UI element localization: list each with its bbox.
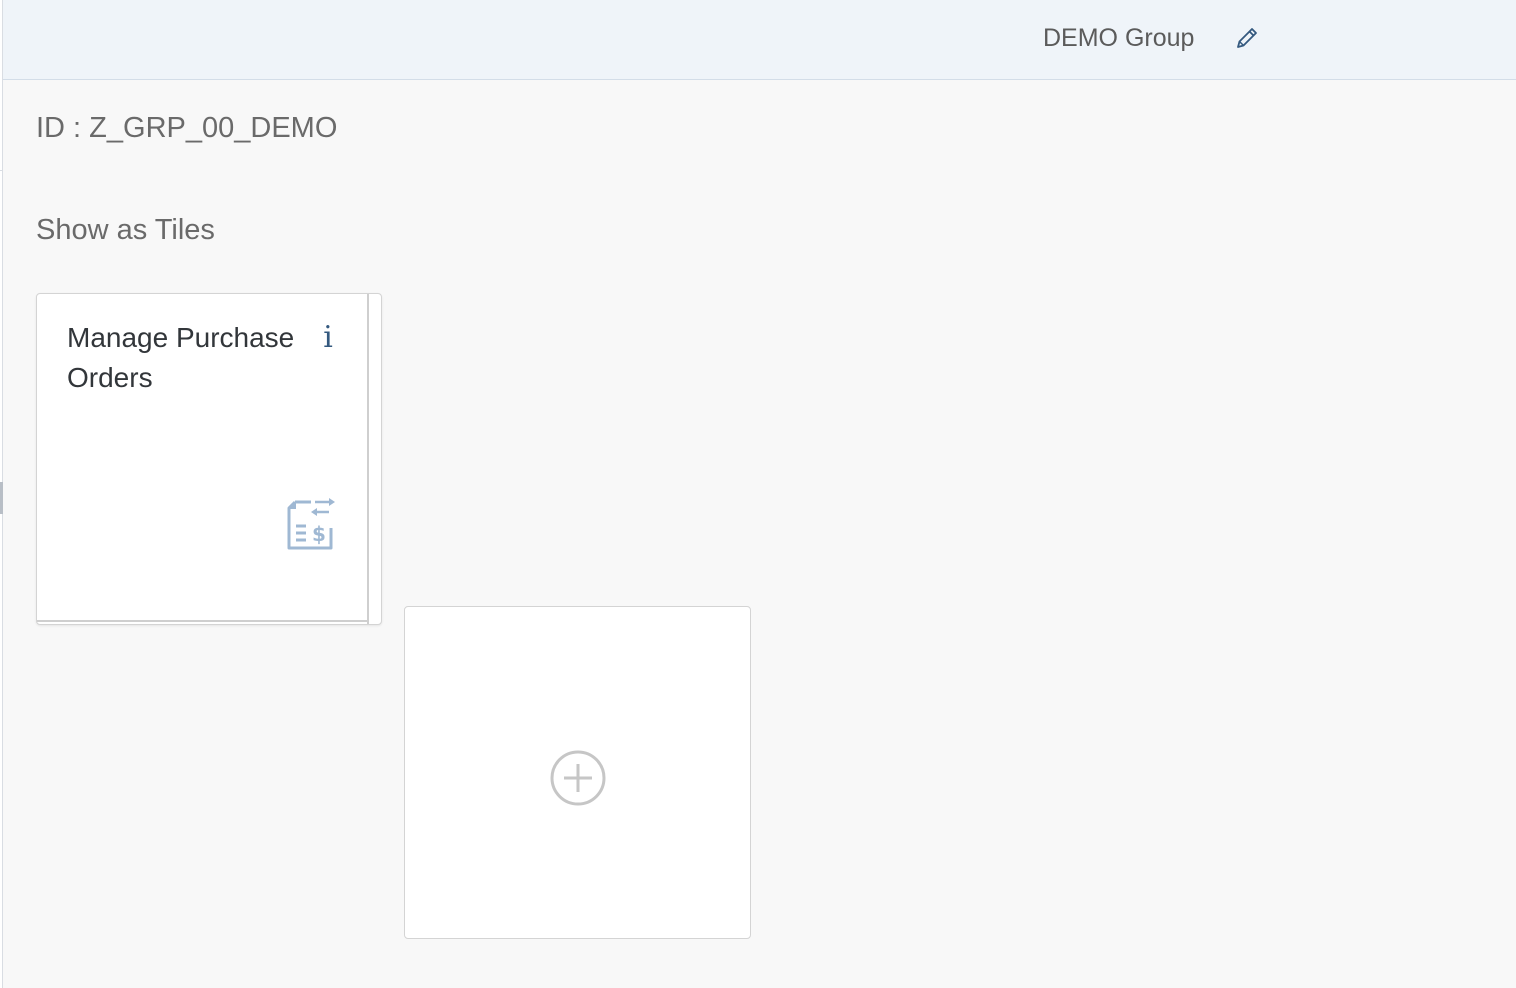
group-content: ID : Z_GRP_00_DEMO Show as Tiles Manage …	[3, 80, 1516, 988]
tile-edge-bottom	[37, 620, 368, 622]
info-icon[interactable]: i	[317, 322, 339, 354]
add-circle-icon	[550, 750, 606, 806]
svg-text:$: $	[312, 522, 326, 546]
purchase-order-document-icon: $	[287, 498, 335, 550]
group-title: DEMO Group	[1043, 24, 1195, 52]
view-mode-label: Show as Tiles	[36, 214, 215, 246]
tile-title: Manage Purchase Orders	[67, 322, 295, 393]
group-id-label: ID : Z_GRP_00_DEMO	[36, 112, 338, 144]
tile-edge	[367, 294, 369, 624]
group-header: DEMO Group	[3, 0, 1516, 80]
add-tile-button[interactable]	[404, 606, 751, 939]
pencil-icon	[1237, 28, 1257, 48]
edit-group-title-button[interactable]	[1229, 20, 1265, 56]
app-tile-manage-purchase-orders[interactable]: Manage Purchase Orders i $	[36, 293, 382, 625]
